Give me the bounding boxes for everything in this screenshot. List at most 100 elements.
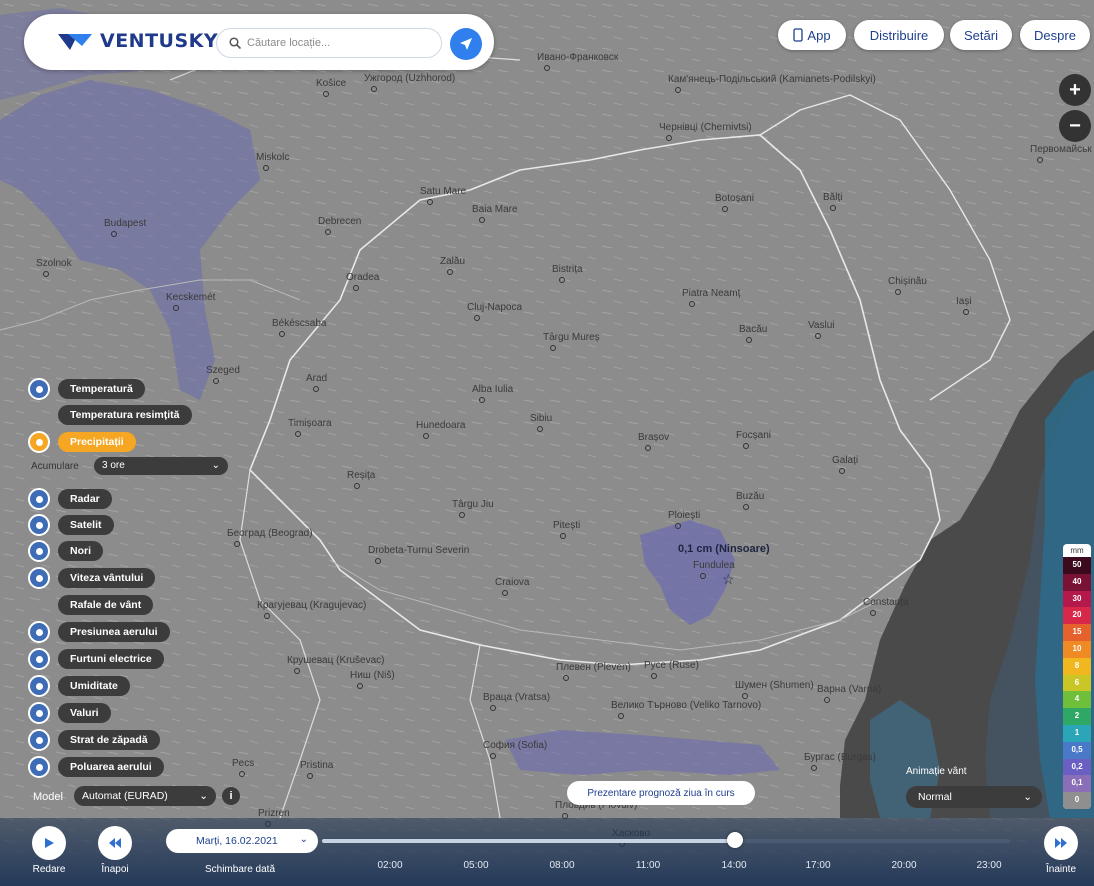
- weather-map[interactable]: [0, 0, 1094, 886]
- city-label[interactable]: Piatra Neamț: [682, 288, 740, 299]
- app-button[interactable]: App: [778, 20, 846, 50]
- city-label[interactable]: Focșani: [736, 430, 771, 441]
- zoom-out-button[interactable]: −: [1059, 110, 1091, 142]
- share-button[interactable]: Distribuire: [854, 20, 944, 50]
- timeline-hour-label[interactable]: 02:00: [377, 860, 402, 871]
- droplet-icon[interactable]: [28, 431, 50, 453]
- layer-button[interactable]: Umiditate: [58, 676, 130, 696]
- layer-button[interactable]: Temperatura resimțită: [58, 405, 192, 425]
- city-label[interactable]: Fundulea: [693, 560, 735, 571]
- city-label[interactable]: Botoșani: [715, 193, 754, 204]
- timeline-hour-label[interactable]: 08:00: [549, 860, 574, 871]
- model-select[interactable]: Automat (EURAD) ⌄: [74, 786, 216, 806]
- radar-icon[interactable]: [28, 488, 50, 510]
- layer-row[interactable]: Precipitații: [28, 431, 136, 453]
- city-label[interactable]: Pitești: [553, 520, 580, 531]
- satellite-icon[interactable]: [28, 514, 50, 536]
- city-label[interactable]: Шумен (Shumen): [735, 680, 814, 691]
- wind-animation-select[interactable]: Normal ⌄: [906, 786, 1042, 808]
- city-label[interactable]: Велико Търново (Veliko Tarnovo): [611, 700, 761, 711]
- timeline-track[interactable]: [322, 839, 1010, 843]
- city-label[interactable]: Galați: [832, 455, 858, 466]
- layer-button[interactable]: Nori: [58, 541, 103, 561]
- city-label[interactable]: Békéscsaba: [272, 318, 326, 329]
- city-label[interactable]: Hunedoara: [416, 420, 465, 431]
- humidity-icon[interactable]: [28, 675, 50, 697]
- city-label[interactable]: Zalău: [440, 256, 465, 267]
- layer-row[interactable]: Viteza vântului: [28, 567, 156, 589]
- city-label[interactable]: Ниш (Niš): [350, 670, 395, 681]
- city-label[interactable]: Arad: [306, 373, 327, 384]
- city-label[interactable]: Košice: [316, 78, 346, 89]
- city-label[interactable]: Pecs: [232, 758, 254, 769]
- layer-row[interactable]: Furtuni electrice: [28, 648, 164, 670]
- date-picker[interactable]: Marți, 16.02.2021 ⌄: [166, 829, 318, 853]
- timeline-hour-label[interactable]: 17:00: [805, 860, 830, 871]
- city-label[interactable]: Bistrița: [552, 264, 583, 275]
- locate-button[interactable]: [450, 28, 482, 60]
- city-label[interactable]: Budapest: [104, 218, 146, 229]
- search-box[interactable]: [216, 28, 442, 58]
- city-label[interactable]: Русе (Ruse): [644, 660, 699, 671]
- timeline-hour-label[interactable]: 05:00: [463, 860, 488, 871]
- city-label[interactable]: Brașov: [638, 432, 669, 443]
- city-label[interactable]: Первомайськ (Pervomaysk): [1030, 144, 1094, 155]
- city-label[interactable]: Târgu Jiu: [452, 499, 494, 510]
- pressure-icon[interactable]: [28, 621, 50, 643]
- city-label[interactable]: Крушевац (Kruševac): [287, 655, 384, 666]
- city-label[interactable]: Pristina: [300, 760, 333, 771]
- city-label[interactable]: Bălți: [823, 192, 842, 203]
- layer-row[interactable]: Rafale de vânt: [28, 594, 154, 616]
- city-label[interactable]: Craiova: [495, 577, 529, 588]
- city-label[interactable]: Timișoara: [288, 418, 332, 429]
- city-label[interactable]: Чернівці (Chernivtsi): [659, 122, 752, 133]
- zoom-in-button[interactable]: +: [1059, 74, 1091, 106]
- city-label[interactable]: Враца (Vratsa): [483, 692, 550, 703]
- layer-button[interactable]: Temperatură: [58, 379, 145, 399]
- layer-button[interactable]: Presiunea aerului: [58, 622, 170, 642]
- ventusky-logo[interactable]: VENTUSKY: [56, 30, 218, 52]
- settings-button[interactable]: Setări: [950, 20, 1012, 50]
- city-label[interactable]: Iași: [956, 296, 972, 307]
- city-label[interactable]: Baia Mare: [472, 204, 518, 215]
- city-label[interactable]: Kecskemét: [166, 292, 215, 303]
- forecast-today-button[interactable]: Prezentare prognoză ziua în curs: [567, 781, 755, 805]
- city-label[interactable]: Târgu Mureș: [543, 332, 600, 343]
- accumulation-select[interactable]: 3 ore ⌄: [94, 457, 228, 475]
- info-button[interactable]: i: [222, 787, 240, 805]
- search-input[interactable]: [247, 37, 417, 49]
- city-label[interactable]: Кам'янець-Подільський (Kamianets-Podilsk…: [668, 74, 876, 85]
- play-button[interactable]: [32, 826, 66, 860]
- layer-row[interactable]: Umiditate: [28, 675, 130, 697]
- layer-button[interactable]: Viteza vântului: [58, 568, 156, 588]
- wave-icon[interactable]: [28, 702, 50, 724]
- forward-button[interactable]: [1044, 826, 1078, 860]
- layer-button[interactable]: Poluarea aerului: [58, 757, 164, 777]
- back-button[interactable]: [98, 826, 132, 860]
- layer-button[interactable]: Rafale de vânt: [58, 595, 154, 615]
- city-label[interactable]: Miskolc: [256, 152, 289, 163]
- layer-button[interactable]: Strat de zăpadă: [58, 730, 160, 750]
- city-label[interactable]: Варна (Varna): [817, 684, 881, 695]
- city-label[interactable]: Debrecen: [318, 216, 361, 227]
- layer-button[interactable]: Valuri: [58, 703, 111, 723]
- layer-button[interactable]: Furtuni electrice: [58, 649, 164, 669]
- layer-row[interactable]: Temperatura resimțită: [28, 404, 192, 426]
- layer-row[interactable]: Satelit: [28, 514, 114, 536]
- city-label[interactable]: Oradea: [346, 272, 379, 283]
- city-label[interactable]: Reșița: [347, 470, 375, 481]
- city-label[interactable]: Szolnok: [36, 258, 72, 269]
- city-label[interactable]: Vaslui: [808, 320, 835, 331]
- about-button[interactable]: Despre: [1020, 20, 1090, 50]
- city-label[interactable]: Ужгород (Uzhhorod): [364, 73, 455, 84]
- layer-button[interactable]: Radar: [58, 489, 112, 509]
- timeline-hour-label[interactable]: 20:00: [891, 860, 916, 871]
- wind-icon[interactable]: [28, 567, 50, 589]
- timeline-hour-label[interactable]: 11:00: [636, 860, 660, 871]
- layer-row[interactable]: Poluarea aerului: [28, 756, 164, 778]
- city-label[interactable]: Cluj-Napoca: [467, 302, 522, 313]
- timeline-hour-label[interactable]: 14:00: [721, 860, 746, 871]
- city-label[interactable]: Бургас (Burgas): [804, 752, 876, 763]
- layer-row[interactable]: Strat de zăpadă: [28, 729, 160, 751]
- factory-icon[interactable]: [28, 756, 50, 778]
